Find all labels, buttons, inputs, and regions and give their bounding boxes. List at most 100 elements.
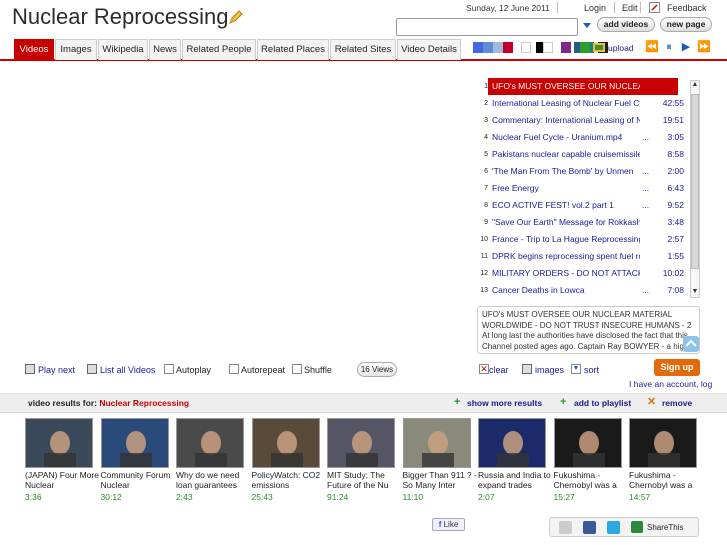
playlist-item[interactable]: 10 France - Trip to La Hague Reprocessing… <box>476 231 690 248</box>
list-all-link[interactable]: List all Videos <box>100 365 155 375</box>
playlist-item[interactable]: 8 ECO ACTIVE FEST! vol.2 part 1... 9:52 <box>476 197 690 214</box>
playlist-item[interactable]: 13 Cancer Deaths in Lowca... 7:08 <box>476 282 690 299</box>
tab-videos[interactable]: Videos <box>14 39 54 60</box>
video-thumbnail[interactable] <box>100 418 169 468</box>
search-dropdown-icon[interactable] <box>583 23 591 28</box>
video-title[interactable]: (JAPAN) Four More Nuclear <box>25 470 101 490</box>
playlist-item[interactable]: 1 UFO's MUST OVERSEE OUR NUCLEA... 0 <box>484 78 686 95</box>
playlist-item[interactable]: 6 'The Man From The Bomb' by Unmen... 2:00 <box>476 163 690 180</box>
color-swatch[interactable] <box>473 42 483 53</box>
login-account-link[interactable]: I have an account, log <box>629 379 712 389</box>
playlist-item-number: 9 <box>484 219 488 226</box>
playlist-item[interactable]: 5 Pakistans nuclear capable cruisemissile… <box>476 146 690 163</box>
pause-icon[interactable]: ⏸ <box>663 42 675 53</box>
tab-images[interactable]: Images <box>55 39 97 60</box>
scroll-down-icon[interactable]: ▼ <box>691 288 699 296</box>
clear-link[interactable]: clear <box>489 365 509 375</box>
tab-wikipedia[interactable]: Wikipedia <box>98 39 148 60</box>
sort-link[interactable]: sort <box>584 365 599 375</box>
playlist-item[interactable]: 9 "Save Our Earth" Message for Rokkasho..… <box>476 214 690 231</box>
video-title[interactable]: Why do we need loan guarantees <box>176 470 252 490</box>
video-thumbnail[interactable] <box>327 418 395 468</box>
playlist-item-number: 13 <box>480 287 488 294</box>
tab-related-sites[interactable]: Related Sites <box>330 39 396 60</box>
facebook-share-icon[interactable] <box>583 521 596 534</box>
expand-description-icon[interactable] <box>683 336 699 352</box>
tab-related-people[interactable]: Related People <box>182 39 256 60</box>
color-swatch[interactable] <box>503 42 513 53</box>
autorepeat-checkbox[interactable] <box>229 364 239 374</box>
edit-link[interactable]: Edit <box>622 3 638 13</box>
tab-video-details[interactable]: Video Details <box>397 39 461 60</box>
video-title[interactable]: Russia and India to expand trades <box>478 470 554 490</box>
upload-icon[interactable] <box>593 42 605 53</box>
results-label-text: video results for: <box>28 398 97 408</box>
shuffle-checkbox[interactable] <box>292 364 302 374</box>
video-title[interactable]: Bigger Than 911 ? - So Many Inter <box>403 470 479 490</box>
sharethis-icon[interactable] <box>631 521 643 533</box>
video-title[interactable]: MIT Study: The Future of the Nu <box>327 470 403 490</box>
video-thumbnail[interactable] <box>553 418 622 468</box>
color-swatch[interactable] <box>561 42 571 53</box>
color-swatch[interactable] <box>493 42 503 53</box>
date-label: Sunday, 12 June 2011 <box>466 3 550 13</box>
upload-link[interactable]: upload <box>608 43 634 53</box>
login-link[interactable]: Login <box>584 3 606 13</box>
email-icon[interactable] <box>559 521 572 534</box>
playlist-item-duration: 2:00 <box>667 166 684 176</box>
signup-button[interactable]: Sign up <box>654 359 700 376</box>
playlist-item[interactable]: 4 Nuclear Fuel Cycle - Uranium.mp4... 3:05 <box>476 129 690 146</box>
images-icon[interactable] <box>522 364 532 374</box>
playlist-item[interactable]: 12 MILITARY ORDERS - DO NOT ATTACK... 10:0… <box>476 265 690 282</box>
color-swatch[interactable] <box>580 42 590 53</box>
edit-pencil-icon[interactable] <box>228 9 244 25</box>
list-all-icon[interactable] <box>87 364 97 374</box>
playlist-item-number: 11 <box>480 253 488 260</box>
playlist-item[interactable]: 7 Free Energy... 6:43 <box>476 180 690 197</box>
twitter-icon[interactable] <box>607 521 620 534</box>
playlist-item-title: Nuclear Fuel Cycle - Uranium.mp4 <box>492 132 623 142</box>
color-swatch[interactable] <box>521 42 531 53</box>
video-title[interactable]: Fukushima - Chernobyl was a <box>554 470 630 490</box>
feedback-link[interactable]: Feedback <box>667 3 707 13</box>
color-swatch[interactable] <box>543 42 553 53</box>
video-thumbnail[interactable] <box>629 418 697 468</box>
add-videos-button[interactable]: add videos <box>597 17 655 32</box>
sharethis-link[interactable]: ShareThis <box>647 523 683 532</box>
divider <box>640 2 641 13</box>
clear-icon[interactable]: ✕ <box>479 364 489 374</box>
new-page-button[interactable]: new page <box>660 17 712 32</box>
playlist-item-ellipsis: ... <box>642 285 650 295</box>
like-button[interactable]: f Like <box>432 518 465 531</box>
show-more-results-link[interactable]: show more results <box>467 398 542 408</box>
tab-news[interactable]: News <box>149 39 181 60</box>
play-icon[interactable]: ▶ <box>680 42 692 53</box>
video-thumbnail[interactable] <box>251 418 320 468</box>
search-input[interactable] <box>396 18 578 36</box>
video-title[interactable]: Fukushima - Chernobyl was a <box>629 470 705 490</box>
video-title[interactable]: PolicyWatch: CO2 emissions <box>252 470 328 490</box>
video-thumbnail[interactable] <box>176 418 244 468</box>
video-thumbnail[interactable] <box>402 418 471 468</box>
play-next-link[interactable]: Play next <box>38 365 75 375</box>
play-next-icon[interactable] <box>25 364 35 374</box>
playlist-item[interactable]: 11 DPRK begins reprocessing spent fuel ro… <box>476 248 690 265</box>
playlist-scroll-thumb[interactable] <box>691 94 699 269</box>
video-title[interactable]: Community Forum Nuclear <box>101 470 177 490</box>
playlist-item[interactable]: 2 International Leasing of Nuclear Fuel C… <box>476 95 690 112</box>
page-title: Nuclear Reprocessing <box>12 4 229 29</box>
color-swatch[interactable] <box>483 42 493 53</box>
tab-related-places[interactable]: Related Places <box>257 39 329 60</box>
playlist-item[interactable]: 3 Commentary: International Leasing of N.… <box>476 112 690 129</box>
plus-icon: + <box>454 396 461 408</box>
fast-forward-icon[interactable]: ⏩ <box>697 42 711 53</box>
images-link[interactable]: images <box>535 365 564 375</box>
rewind-icon[interactable]: ⏪ <box>645 42 659 53</box>
remove-link[interactable]: remove <box>662 398 692 408</box>
autoplay-checkbox[interactable] <box>164 364 174 374</box>
video-thumbnail[interactable] <box>25 418 93 468</box>
video-thumbnail[interactable] <box>478 418 546 468</box>
add-to-playlist-link[interactable]: add to playlist <box>574 398 631 408</box>
sort-icon[interactable]: ▼ <box>571 364 581 374</box>
scroll-up-icon[interactable]: ▲ <box>691 81 699 89</box>
